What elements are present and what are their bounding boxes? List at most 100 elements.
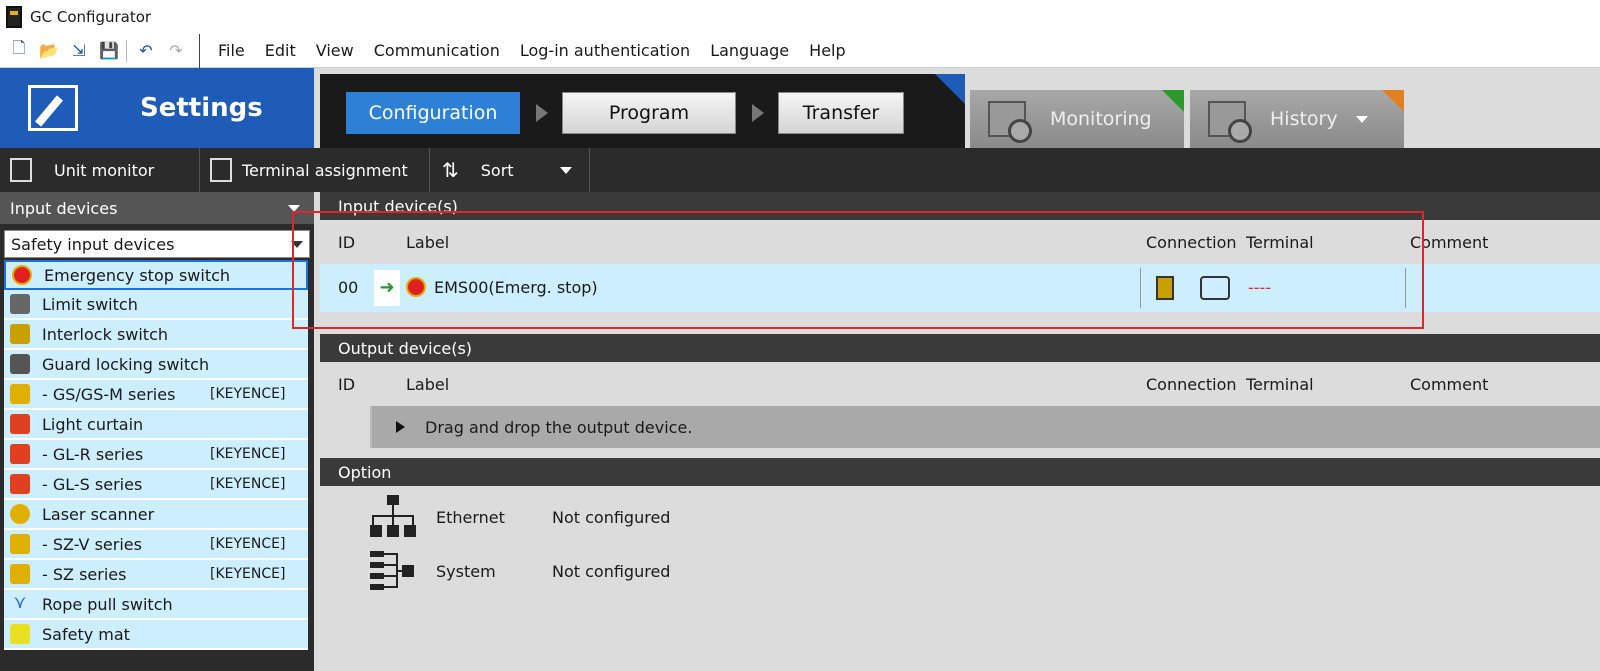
tab-monitoring-label: Monitoring [1050, 108, 1152, 130]
tab-history[interactable]: History [1190, 90, 1404, 148]
list-item[interactable]: Light curtain [4, 410, 308, 440]
option-status: Not configured [552, 507, 671, 527]
connection-icon[interactable] [1156, 276, 1174, 300]
configuration-button[interactable]: Configuration [346, 92, 520, 134]
transfer-button[interactable]: Transfer [778, 92, 904, 134]
drop-hint: Drag and drop the output device. [425, 417, 693, 437]
corner-marker [1382, 90, 1404, 112]
list-item-brand: [KEYENCE] [210, 386, 286, 402]
device-type-dropdown[interactable]: Safety input devices [4, 230, 310, 258]
tab-history-label: History [1270, 108, 1338, 130]
device-category-label: Input devices [10, 198, 118, 218]
column-label: Label [406, 374, 450, 394]
input-column-headers: ID Label Connection Terminal Comment [320, 220, 1600, 264]
input-section-title: Input device(s) [338, 196, 458, 216]
list-item-brand: [KEYENCE] [210, 476, 286, 492]
emergency-stop-icon [12, 265, 32, 285]
column-comment: Comment [1410, 374, 1489, 394]
chevron-down-icon [559, 166, 572, 174]
column-terminal: Terminal [1246, 374, 1314, 394]
list-item-label: - SZ series [42, 564, 127, 584]
title-bar: GC Configurator [0, 0, 1600, 34]
list-item[interactable]: Limit switch [4, 290, 308, 320]
toolbar-divider [126, 39, 127, 62]
terminal-assignment-icon [210, 158, 232, 182]
list-item-label: Rope pull switch [42, 594, 173, 614]
step-arrow-icon [536, 104, 548, 122]
edit-pen-icon [28, 85, 78, 131]
list-item-label: - SZ-V series [42, 534, 142, 554]
step-arrow-icon [752, 104, 764, 122]
unit-monitor-button[interactable]: Unit monitor [0, 148, 200, 192]
menu-login-authentication[interactable]: Log-in authentication [520, 41, 690, 60]
device-library-panel: Input devices Safety input devices Emerg… [0, 192, 314, 671]
settings-mode[interactable]: Settings [0, 68, 314, 148]
menu-edit[interactable]: Edit [265, 41, 296, 60]
corner-marker [935, 74, 965, 104]
terminal-assignment-button[interactable]: Terminal assignment [200, 148, 430, 192]
table-row[interactable]: 00 ➜ EMS00(Emerg. stop) ---- [320, 264, 1600, 312]
light-curtain-icon [10, 414, 30, 434]
menu-language[interactable]: Language [710, 41, 789, 60]
output-section-title: Output device(s) [338, 338, 473, 358]
tab-monitoring[interactable]: Monitoring [970, 90, 1184, 148]
arrow-right-icon [396, 421, 405, 433]
emergency-stop-icon [406, 277, 426, 297]
program-button[interactable]: Program [562, 92, 736, 134]
list-item[interactable]: Guard locking switch [4, 350, 308, 380]
list-item[interactable]: ⋎ Rope pull switch [4, 590, 308, 620]
settings-label: Settings [140, 93, 263, 123]
list-item[interactable]: - GL-S series [KEYENCE] [4, 470, 308, 500]
redo-icon[interactable]: ↷ [165, 40, 187, 62]
monitoring-icon [988, 101, 1032, 143]
menu-help[interactable]: Help [809, 41, 845, 60]
configuration-area: Input device(s) ID Label Connection Term… [320, 192, 1600, 671]
undo-icon[interactable]: ↶ [135, 40, 157, 62]
sort-button[interactable]: ⇅ Sort [430, 148, 590, 192]
list-item-brand: [KEYENCE] [210, 536, 286, 552]
output-drop-zone[interactable]: Drag and drop the output device. [370, 406, 1600, 448]
option-section-header: Option [320, 458, 1600, 486]
list-item-label: Guard locking switch [42, 354, 210, 374]
list-item-label: - GS/GS-M series [42, 384, 176, 404]
app-icon [6, 6, 22, 28]
input-section-header: Input device(s) [320, 192, 1600, 220]
menu-view[interactable]: View [316, 41, 354, 60]
device-category-header[interactable]: Input devices [0, 192, 314, 224]
list-item-brand: [KEYENCE] [210, 446, 286, 462]
list-item-label: Emergency stop switch [44, 265, 231, 285]
list-item-brand: [KEYENCE] [210, 566, 286, 582]
import-icon[interactable]: ⇲ [68, 40, 90, 62]
chevron-down-icon [291, 241, 303, 248]
list-item[interactable]: - GS/GS-M series [KEYENCE] [4, 380, 308, 410]
new-file-icon[interactable]: 🗋 [8, 38, 30, 62]
list-item[interactable]: Safety mat [4, 620, 308, 650]
unit-monitor-label: Unit monitor [54, 160, 155, 180]
list-item[interactable]: Emergency stop switch [4, 260, 308, 290]
sort-label: Sort [480, 160, 514, 180]
list-item[interactable]: - GL-R series [KEYENCE] [4, 440, 308, 470]
column-divider [1405, 268, 1406, 308]
save-icon[interactable]: 💾 [98, 40, 120, 62]
menu-file[interactable]: File [218, 41, 245, 60]
terminal-assignment-label: Terminal assignment [242, 160, 408, 180]
option-name: Ethernet [436, 507, 505, 527]
safety-mat-icon [10, 624, 30, 644]
list-item[interactable]: - SZ-V series [KEYENCE] [4, 530, 308, 560]
input-arrow-icon: ➜ [374, 270, 400, 306]
column-id: ID [338, 374, 356, 394]
wiring-icon[interactable] [1200, 276, 1230, 300]
option-name: System [436, 561, 496, 581]
menu-communication[interactable]: Communication [374, 41, 500, 60]
row-id: 00 [338, 278, 359, 297]
unit-monitor-icon [10, 158, 32, 182]
history-icon [1208, 101, 1252, 143]
open-folder-icon[interactable]: 📂 [38, 40, 60, 62]
option-row-ethernet[interactable]: Ethernet Not configured [370, 494, 670, 540]
list-item[interactable]: Laser scanner [4, 500, 308, 530]
option-status: Not configured [552, 561, 671, 581]
list-item[interactable]: Interlock switch [4, 320, 308, 350]
light-curtain-icon [10, 444, 30, 464]
option-row-system[interactable]: System Not configured [370, 548, 670, 594]
list-item[interactable]: - SZ series [KEYENCE] [4, 560, 308, 590]
